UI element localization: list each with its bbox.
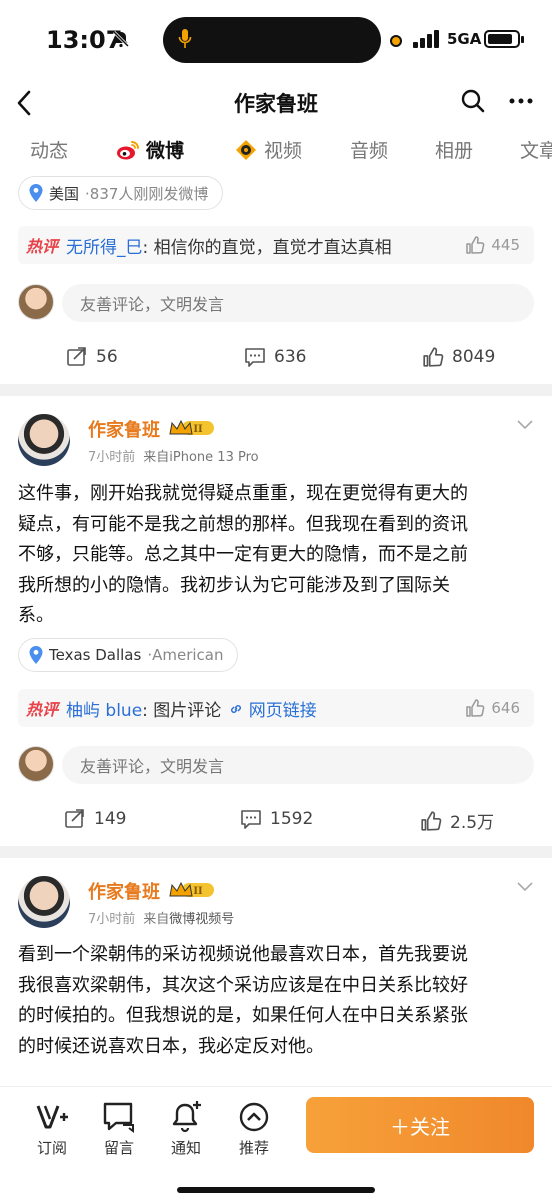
location-pin-icon [29,646,43,664]
thumbs-up-icon [466,236,485,254]
subscribe-v-icon [36,1105,68,1129]
thumbs-up-icon [423,347,444,367]
video-logo-icon [236,139,256,160]
hot-comment-like[interactable]: 646 [465,698,520,718]
message-icon [103,1102,134,1133]
chevron-up-circle-icon [239,1102,269,1132]
chevron-down-icon[interactable] [516,418,534,430]
repost-button[interactable]: 56 [66,346,118,368]
link-icon [231,704,242,713]
dynamic-island [163,17,381,63]
search-icon[interactable] [460,88,486,114]
tab-dynamic[interactable]: 动态 [30,136,68,163]
post-actions: 149 1592 2.5万 [0,808,552,844]
tab-articles[interactable]: 文章 [520,136,552,163]
hot-comment[interactable]: 热评 柚屿 blue : 图片评论 网页链接 646 [18,689,534,727]
thumbs-up-icon [466,699,485,717]
hot-comment-user[interactable]: 柚屿 blue [66,696,142,721]
notify-button[interactable]: 通知 [166,1101,206,1158]
vip-level-badge: II [193,424,203,435]
hot-comment-user[interactable]: 无所得_巳 [66,233,143,258]
signal-icon [413,30,439,48]
hot-comment-tag: 热评 [26,237,59,256]
repost-icon [65,809,84,828]
post-source[interactable]: 微博视频号 [169,912,234,927]
recommend-button[interactable]: 推荐 [234,1101,274,1158]
vip-crown-icon: II [169,419,214,435]
comment-box[interactable]: 友善评论，文明发言 [18,284,534,324]
thumbs-up-icon [421,810,442,831]
comment-box[interactable]: 友善评论，文明发言 [18,746,534,786]
post-meta: 7小时前 来自iPhone 13 Pro [88,446,267,465]
post-divider [0,384,552,396]
bell-plus-icon [172,1101,201,1133]
avatar [18,746,54,782]
more-icon[interactable] [508,90,534,112]
repost-icon [67,347,86,366]
comment-icon [245,348,265,367]
weibo-logo-icon [117,140,139,159]
mute-bell-icon [112,30,130,48]
recording-dot-icon [390,35,402,47]
comment-input[interactable]: 友善评论，文明发言 [62,284,534,322]
location-chip[interactable]: Texas Dallas ·American [18,638,239,672]
battery-icon [484,30,524,48]
author-name[interactable]: 作家鲁班 [88,878,160,904]
post-divider [0,846,552,858]
tab-audio[interactable]: 音频 [350,136,388,163]
location-chip[interactable]: 美国 ·837人刚刚发微博 [18,176,224,210]
status-bar: 13:07 5GA [0,0,552,82]
comment-icon [241,810,261,829]
like-button[interactable]: 8049 [422,346,495,368]
web-link[interactable]: 网页链接 [229,696,317,721]
repost-button[interactable]: 149 [64,808,126,830]
post-time: 7小时前 [88,912,136,927]
hot-comment[interactable]: 热评 无所得_巳 : 相信你的直觉，直觉才直达真相 445 [18,226,534,264]
subscribe-button[interactable]: 订阅 [32,1101,72,1158]
author-name[interactable]: 作家鲁班 [88,416,160,442]
avatar [18,284,54,320]
nav-bar: 作家鲁班 [0,82,552,130]
avatar[interactable] [18,414,70,466]
comment-button[interactable]: 636 [244,346,306,368]
vip-crown-icon: II [169,881,214,897]
hot-comment-tag: 热评 [26,700,59,719]
chevron-down-icon[interactable] [516,880,534,892]
post-text: 看到一个梁朝伟的采访视频说他最喜欢日本，首先我要说 我很喜欢梁朝伟，其次这个采访… [18,944,468,1057]
tab-album[interactable]: 相册 [435,136,473,163]
profile-tabs: 动态 微博 视频 音频 相册 文章 [0,130,552,174]
post-text: 这件事，刚开始我就觉得疑点重重，现在更觉得有更大的 疑点，有可能不是我之前想的那… [18,483,468,626]
follow-button[interactable]: ＋关注 [306,1097,534,1153]
post-meta: 7小时前 来自微博视频号 [88,908,242,927]
vip-level-badge: II [193,886,203,897]
message-button[interactable]: 留言 [99,1101,139,1158]
home-indicator [177,1187,375,1193]
post-header: 作家鲁班 II 7小时前 来自微博视频号 [18,876,534,932]
avatar[interactable] [18,876,70,928]
post-header: 作家鲁班 II 7小时前 来自iPhone 13 Pro [18,414,534,470]
hot-comment-text: : 相信你的直觉，直觉才直达真相 [142,237,392,258]
post-source-prefix: 来自 [143,912,170,927]
tab-weibo[interactable]: 微博 [116,136,184,163]
comment-input[interactable]: 友善评论，文明发言 [62,746,534,784]
status-time: 13:07 [46,26,123,54]
hot-comment-like[interactable]: 445 [465,235,520,255]
hot-comment-text: : 图片评论 [142,700,222,721]
like-button[interactable]: 2.5万 [420,808,494,833]
post-actions: 56 636 8049 [0,346,552,382]
network-type: 5GA [447,30,482,48]
bottom-bar: 订阅 留言 通知 推荐 ＋关注 [0,1086,552,1200]
microphone-icon [178,29,192,48]
post-source: 来自iPhone 13 Pro [143,450,259,465]
location-pin-icon [29,184,43,202]
tab-video[interactable]: 视频 [234,136,302,163]
post-time: 7小时前 [88,450,136,465]
comment-button[interactable]: 1592 [240,808,313,830]
